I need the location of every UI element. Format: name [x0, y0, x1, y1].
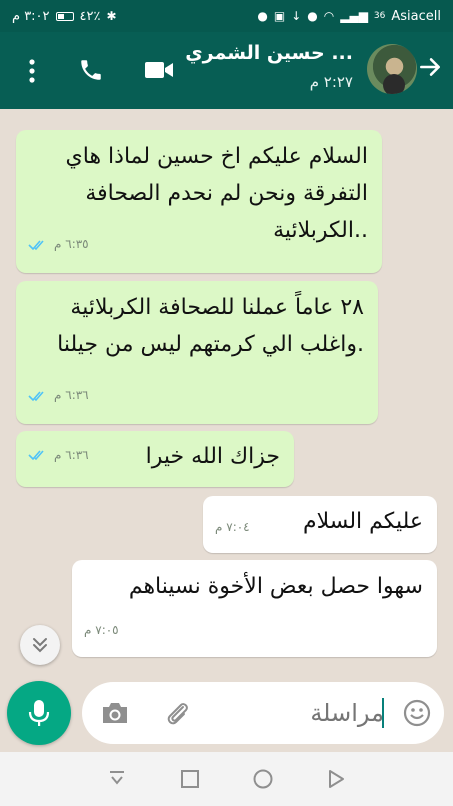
battery-level: ٤٢٪: [79, 8, 101, 24]
message-time: ٦:٣٥ م: [54, 237, 89, 251]
last-seen: ٢:٢٧ م: [309, 73, 353, 91]
message-time: ٧:٠٤ م: [215, 520, 250, 534]
message-input[interactable]: [234, 696, 384, 730]
message-text: سهوا حصل بعض الأخوة نسيناهم: [128, 574, 423, 599]
carrier-name: Asiacell: [391, 8, 441, 24]
messenger-icon: ●: [257, 9, 268, 23]
contact-avatar[interactable]: [367, 44, 417, 94]
message-bubble-incoming[interactable]: عليكم السلام ٧:٠٤ م: [203, 496, 437, 553]
phone-icon[interactable]: [78, 57, 104, 83]
message-bubble-outgoing[interactable]: جزاك الله خيرا ٦:٣٦ م: [16, 431, 294, 487]
media-icon: ▣: [273, 9, 286, 23]
chat-notification-icon: ●: [307, 9, 318, 23]
double-check-icon: [28, 239, 44, 250]
chevron-down-bar-icon: [109, 771, 124, 785]
paperclip-icon[interactable]: [162, 698, 192, 728]
circle-icon: [253, 769, 273, 789]
chat-area[interactable]: السلام عليكم اخ حسين لماذا هاي التفرقة و…: [0, 109, 453, 679]
bluetooth-icon: ✱: [106, 9, 117, 23]
double-check-icon: [28, 390, 44, 401]
status-time: ٣:٠٢ م: [12, 8, 50, 24]
message-time: ٧:٠٥ م: [84, 623, 119, 637]
message-bubble-outgoing[interactable]: السلام عليكم اخ حسين لماذا هاي التفرقة و…: [16, 130, 382, 273]
message-time: ٦:٣٦ م: [54, 388, 89, 402]
scroll-down-button[interactable]: [20, 625, 60, 665]
nav-recents[interactable]: [177, 766, 203, 792]
chat-header: حسين الشمري ... ٢:٢٧ م: [0, 32, 453, 109]
message-time: ٦:٣٦ م: [54, 448, 89, 462]
chevrons-down-icon: [33, 638, 47, 653]
double-check-icon: [28, 450, 44, 461]
microphone-icon: [28, 700, 50, 726]
message-meta: ٦:٣٥ م: [28, 226, 89, 263]
emoji-icon[interactable]: [402, 698, 432, 728]
message-meta: ٧:٠٥ م: [84, 612, 119, 649]
message-text: ٢٨ عاماً عملنا للصحافة الكربلائية واغلب …: [57, 295, 364, 357]
signal-label: 36: [373, 11, 386, 21]
text-caret: [382, 698, 384, 728]
triangle-icon: [329, 770, 345, 788]
nav-back[interactable]: [323, 766, 349, 792]
message-bubble-outgoing[interactable]: ٢٨ عاماً عملنا للصحافة الكربلائية واغلب …: [16, 281, 378, 424]
message-bubble-incoming[interactable]: سهوا حصل بعض الأخوة نسيناهم ٧:٠٥ م: [72, 560, 437, 657]
message-meta: ٦:٣٦ م: [28, 377, 89, 414]
video-camera-icon[interactable]: [144, 59, 174, 81]
more-vertical-icon[interactable]: [22, 56, 42, 86]
status-bar-right: ● ▣ ↓ ● ◠ ▂▄▆ 36 Asiacell: [257, 9, 441, 24]
message-composer: [82, 682, 444, 744]
camera-icon[interactable]: [100, 700, 130, 726]
status-bar-left: ٣:٠٢ م ٤٢٪ ✱: [12, 9, 117, 24]
message-meta: ٦:٣٦ م: [28, 437, 89, 473]
signal-icon: ▂▄▆: [340, 9, 368, 23]
microphone-button[interactable]: [7, 681, 71, 745]
battery-icon: [55, 11, 74, 21]
system-nav-bar: [0, 752, 453, 806]
square-icon: [180, 770, 199, 788]
nav-hide-keyboard[interactable]: [104, 766, 130, 792]
wifi-icon: ◠: [323, 9, 335, 23]
contact-name[interactable]: حسين الشمري ...: [183, 42, 353, 64]
download-icon: ↓: [291, 9, 302, 23]
arrow-right-icon[interactable]: [417, 54, 443, 80]
message-meta: ٧:٠٤ م: [215, 509, 250, 545]
status-bar: ٣:٠٢ م ٤٢٪ ✱ ● ▣ ↓ ● ◠ ▂▄▆ 36 Asiacell: [0, 0, 453, 32]
nav-home[interactable]: [250, 766, 276, 792]
